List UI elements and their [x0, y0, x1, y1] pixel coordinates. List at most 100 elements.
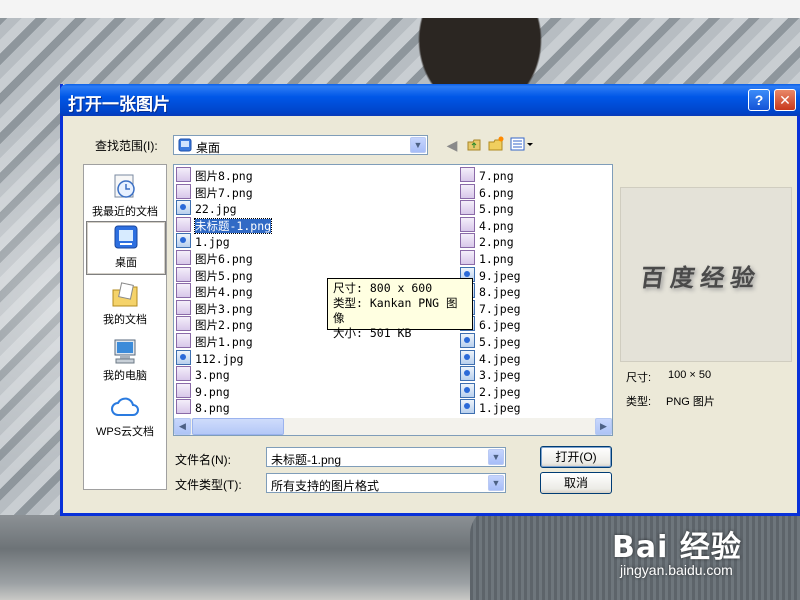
- file-item[interactable]: 2.png: [460, 233, 514, 249]
- file-item[interactable]: 1.jpeg: [460, 399, 521, 415]
- file-name: 22.jpg: [195, 202, 237, 217]
- png-file-icon: [176, 382, 191, 398]
- filename-field[interactable]: 未标题-1.png ▼: [266, 447, 506, 467]
- place-label: 桌面: [115, 257, 137, 269]
- file-item[interactable]: 图片1.png: [176, 333, 253, 349]
- look-in-dropdown[interactable]: 桌面 ▼: [173, 135, 428, 155]
- place-wps-cloud[interactable]: WPS云文档: [86, 391, 164, 443]
- close-button[interactable]: ✕: [774, 89, 796, 111]
- file-item[interactable]: 4.png: [460, 216, 514, 233]
- file-item[interactable]: 2.jpeg: [460, 382, 521, 399]
- file-name: 图片5.png: [195, 268, 253, 283]
- file-item[interactable]: 图片6.png: [176, 250, 253, 266]
- file-item[interactable]: 4.jpeg: [460, 349, 521, 366]
- file-name: 6.png: [479, 185, 514, 200]
- filetype-dropdown[interactable]: 所有支持的图片格式 ▼: [266, 473, 506, 493]
- png-file-icon: [460, 233, 475, 249]
- file-name: 9.png: [195, 384, 230, 399]
- file-name: 未标题-1.png: [193, 217, 273, 234]
- chevron-down-icon[interactable]: ▼: [488, 475, 504, 491]
- place-label: 我的文档: [103, 314, 147, 326]
- preview-type-label: 类型:: [626, 396, 652, 408]
- scroll-left-icon[interactable]: ◀: [174, 418, 191, 435]
- file-item[interactable]: 5.png: [460, 200, 514, 216]
- watermark-url: jingyan.baidu.com: [620, 562, 733, 578]
- file-name: 2.png: [479, 235, 514, 250]
- recent-documents-icon: [114, 174, 135, 198]
- back-arrow-icon[interactable]: ◀: [443, 136, 461, 154]
- title-bar[interactable]: 打开一张图片 ? ✕: [60, 84, 800, 116]
- file-item[interactable]: 3.jpeg: [460, 366, 521, 382]
- file-name: 5.png: [479, 202, 514, 217]
- place-my-documents[interactable]: 我的文档: [86, 279, 164, 331]
- jpeg-file-icon: [460, 349, 475, 365]
- file-item[interactable]: 图片2.png: [176, 316, 253, 332]
- file-item[interactable]: 1.jpg: [176, 233, 230, 249]
- preview-size-label: 尺寸:: [626, 372, 652, 384]
- jpeg-file-icon: [460, 366, 475, 382]
- png-file-icon: [176, 167, 191, 182]
- places-bar: 我最近的文档 桌面 我的文档 我的电脑 WPS云文档: [83, 164, 167, 490]
- file-name: 7.png: [479, 169, 514, 183]
- watermark-logo: Bai 经验: [612, 530, 742, 565]
- new-folder-icon[interactable]: [487, 136, 505, 154]
- place-desktop[interactable]: 桌面: [86, 221, 166, 275]
- file-name: 图片1.png: [195, 335, 253, 349]
- png-file-icon: [176, 333, 191, 348]
- png-file-icon: [460, 200, 475, 216]
- file-name: 8.jpeg: [479, 285, 521, 300]
- file-info-tooltip: 尺寸: 800 x 600 类型: Kankan PNG 图像 大小: 501 …: [327, 278, 473, 340]
- file-name: 2.jpeg: [479, 384, 521, 399]
- open-image-dialog: 打开一张图片 ? ✕ 查找范围(I): 桌面 ▼ ◀ 我最近的文档 桌面 我的文…: [60, 84, 800, 516]
- file-item[interactable]: 图片7.png: [176, 183, 253, 200]
- scrollbar-thumb[interactable]: [192, 418, 284, 435]
- file-item[interactable]: 图片4.png: [176, 283, 253, 299]
- file-name: 图片6.png: [195, 252, 253, 266]
- file-item[interactable]: 22.jpg: [176, 200, 237, 216]
- file-name: 1.jpg: [195, 235, 230, 250]
- file-item[interactable]: 7.png: [460, 167, 514, 183]
- file-item[interactable]: 图片5.png: [176, 266, 253, 283]
- scroll-right-icon[interactable]: ▶: [595, 418, 612, 435]
- open-button[interactable]: 打开(O): [540, 446, 612, 468]
- place-recent-documents[interactable]: 我最近的文档: [86, 171, 164, 223]
- chevron-down-icon[interactable]: ▼: [488, 449, 504, 465]
- file-item[interactable]: 3.png: [176, 366, 230, 382]
- file-item[interactable]: 8.png: [176, 399, 230, 415]
- file-name: 图片2.png: [195, 318, 253, 333]
- place-my-computer[interactable]: 我的电脑: [86, 335, 164, 387]
- file-name: 8.png: [195, 401, 230, 416]
- cancel-button[interactable]: 取消: [540, 472, 612, 494]
- png-file-icon: [176, 250, 191, 265]
- png-file-icon: [176, 266, 191, 282]
- place-label: WPS云文档: [95, 426, 155, 438]
- file-name: 1.jpeg: [479, 401, 521, 416]
- horizontal-scrollbar[interactable]: ◀ ▶: [174, 418, 612, 435]
- jpeg-file-icon: [176, 233, 191, 249]
- file-name: 5.jpeg: [479, 335, 521, 349]
- file-item[interactable]: 未标题-1.png: [176, 216, 273, 234]
- png-file-icon: [176, 216, 191, 232]
- file-item[interactable]: 5.jpeg: [460, 333, 521, 349]
- file-name: 4.jpeg: [479, 351, 521, 366]
- views-menu-icon[interactable]: [509, 136, 537, 154]
- file-item[interactable]: 图片8.png: [176, 167, 253, 183]
- file-item[interactable]: 1.png: [460, 250, 514, 266]
- jpeg-file-icon: [176, 200, 191, 216]
- jpeg-file-icon: [176, 349, 191, 365]
- jpeg-file-icon: [460, 399, 475, 415]
- file-item[interactable]: 112.jpg: [176, 349, 243, 366]
- desktop-small-icon: [178, 138, 192, 152]
- file-item[interactable]: 9.png: [176, 382, 230, 399]
- tooltip-type: 类型: Kankan PNG 图像: [333, 296, 458, 325]
- file-item[interactable]: 6.png: [460, 183, 514, 200]
- tooltip-size: 尺寸: 800 x 600: [333, 281, 433, 295]
- tooltip-filesize: 大小: 501 KB: [333, 326, 412, 340]
- preview-type-value: PNG 图片: [666, 396, 715, 408]
- file-item[interactable]: 图片3.png: [176, 299, 253, 316]
- png-file-icon: [460, 183, 475, 199]
- help-button[interactable]: ?: [748, 89, 770, 111]
- chevron-down-icon[interactable]: ▼: [410, 137, 426, 153]
- png-file-icon: [176, 399, 191, 415]
- up-folder-icon[interactable]: [465, 136, 483, 154]
